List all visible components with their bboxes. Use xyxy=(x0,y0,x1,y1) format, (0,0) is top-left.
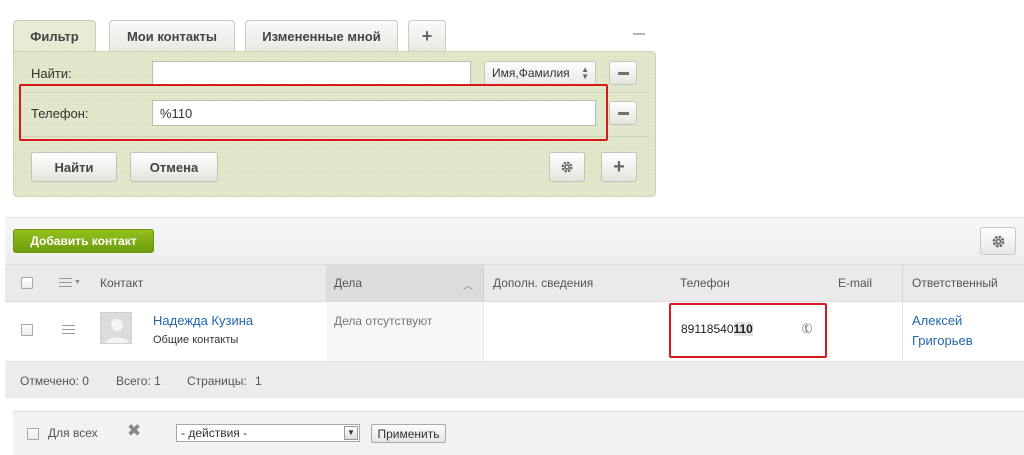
user-silhouette-icon xyxy=(105,319,129,343)
add-filter-field-button[interactable]: + xyxy=(601,152,637,182)
table-header: ▼ Контакт Дела ︿ Дополн. сведения Телефо… xyxy=(5,264,1024,302)
find-input[interactable] xyxy=(152,61,471,85)
for-all-label: Для всех xyxy=(48,426,98,440)
cancel-button[interactable]: Отмена xyxy=(130,152,218,182)
table-footer: Отмечено: 0 Всего: 1 Страницы: 1 xyxy=(5,362,1024,398)
column-phone-label: Телефон xyxy=(680,276,730,290)
tab-modified-by-me[interactable]: Измененные мной xyxy=(245,20,398,51)
deals-status: Дела отсутствуют xyxy=(334,314,433,328)
minus-icon xyxy=(617,71,629,75)
actions-select[interactable]: - действия - ▼ xyxy=(176,424,360,442)
chevron-down-icon: ▼ xyxy=(344,426,358,440)
highlight-phone-cell xyxy=(669,303,827,358)
apply-button[interactable]: Применить xyxy=(371,424,446,443)
column-email[interactable]: E-mail xyxy=(838,265,872,301)
select-all-checkbox[interactable] xyxy=(21,277,33,289)
column-responsible-label: Ответственный xyxy=(912,276,998,290)
remove-phone-field-button[interactable] xyxy=(609,101,637,125)
deals-cell: Дела отсутствуют xyxy=(326,302,483,361)
column-separator xyxy=(483,302,484,361)
column-separator xyxy=(902,302,903,361)
actions-select-value: - действия - xyxy=(181,426,248,440)
select-arrows-icon: ▲ ▼ xyxy=(581,65,589,81)
remove-find-field-button[interactable] xyxy=(609,61,637,85)
delete-icon[interactable]: ✖ xyxy=(127,421,141,441)
column-email-label: E-mail xyxy=(838,276,873,290)
column-phone[interactable]: Телефон xyxy=(680,265,730,301)
find-scope-select[interactable]: Имя,Фамилия ▲ ▼ xyxy=(484,61,596,85)
column-contact[interactable]: Контакт xyxy=(100,265,143,301)
table-row: Надежда Кузина Общие контакты Дела отсут… xyxy=(5,302,1024,362)
grid-settings-button[interactable] xyxy=(980,227,1016,255)
tab-filter[interactable]: Фильтр xyxy=(13,20,96,52)
collapse-filter-icon[interactable] xyxy=(633,33,645,35)
find-scope-value: Имя,Фамилия xyxy=(492,66,570,80)
column-separator xyxy=(483,265,484,301)
tab-my-contacts[interactable]: Мои контакты xyxy=(109,20,235,51)
column-additional-label: Дополн. сведения xyxy=(493,276,594,290)
avatar xyxy=(100,312,132,344)
find-button[interactable]: Найти xyxy=(31,152,117,182)
responsible-first-name[interactable]: Алексей xyxy=(912,313,962,328)
responsible-last-name[interactable]: Григорьев xyxy=(912,333,973,348)
menu-icon xyxy=(59,278,72,287)
column-contact-label: Контакт xyxy=(100,276,144,290)
add-contact-label: Добавить контакт xyxy=(30,234,137,248)
tab-filter-label: Фильтр xyxy=(30,29,79,44)
for-all-checkbox[interactable] xyxy=(27,428,39,440)
page-number[interactable]: 1 xyxy=(255,374,262,388)
contact-name-link[interactable]: Надежда Кузина xyxy=(153,313,253,328)
minus-icon xyxy=(617,111,629,115)
chevron-down-icon: ▼ xyxy=(74,279,81,286)
add-tab-button[interactable]: + xyxy=(408,20,446,51)
column-responsible[interactable]: Ответственный xyxy=(912,265,998,301)
filter-settings-button[interactable] xyxy=(549,152,585,182)
apply-button-label: Применить xyxy=(377,426,440,441)
selected-count: Отмечено: 0 xyxy=(20,374,89,388)
column-deals-label: Дела xyxy=(334,276,363,290)
row-menu-icon[interactable] xyxy=(62,325,75,334)
contact-type: Общие контакты xyxy=(153,334,239,346)
find-button-label: Найти xyxy=(54,159,94,175)
group-actions-bar xyxy=(13,411,1024,455)
cancel-button-label: Отмена xyxy=(149,159,199,175)
gear-icon xyxy=(561,161,573,173)
gear-icon xyxy=(992,235,1004,247)
tab-my-contacts-label: Мои контакты xyxy=(126,28,218,44)
sort-up-icon: ︿ xyxy=(463,281,473,292)
grid-toolbar xyxy=(5,217,1024,264)
column-additional[interactable]: Дополн. сведения xyxy=(493,265,593,301)
find-label: Найти: xyxy=(31,66,72,81)
pages-label: Страницы: xyxy=(187,374,247,388)
column-separator xyxy=(902,265,903,301)
highlight-phone-filter xyxy=(19,84,608,141)
total-count: Всего: 1 xyxy=(116,374,161,388)
plus-icon: + xyxy=(421,25,433,46)
plus-icon: + xyxy=(613,155,625,178)
add-contact-button[interactable]: Добавить контакт xyxy=(13,229,154,253)
row-checkbox[interactable] xyxy=(21,324,33,336)
tab-modified-label: Измененные мной xyxy=(262,28,381,44)
column-deals[interactable]: Дела ︿ xyxy=(326,265,483,301)
